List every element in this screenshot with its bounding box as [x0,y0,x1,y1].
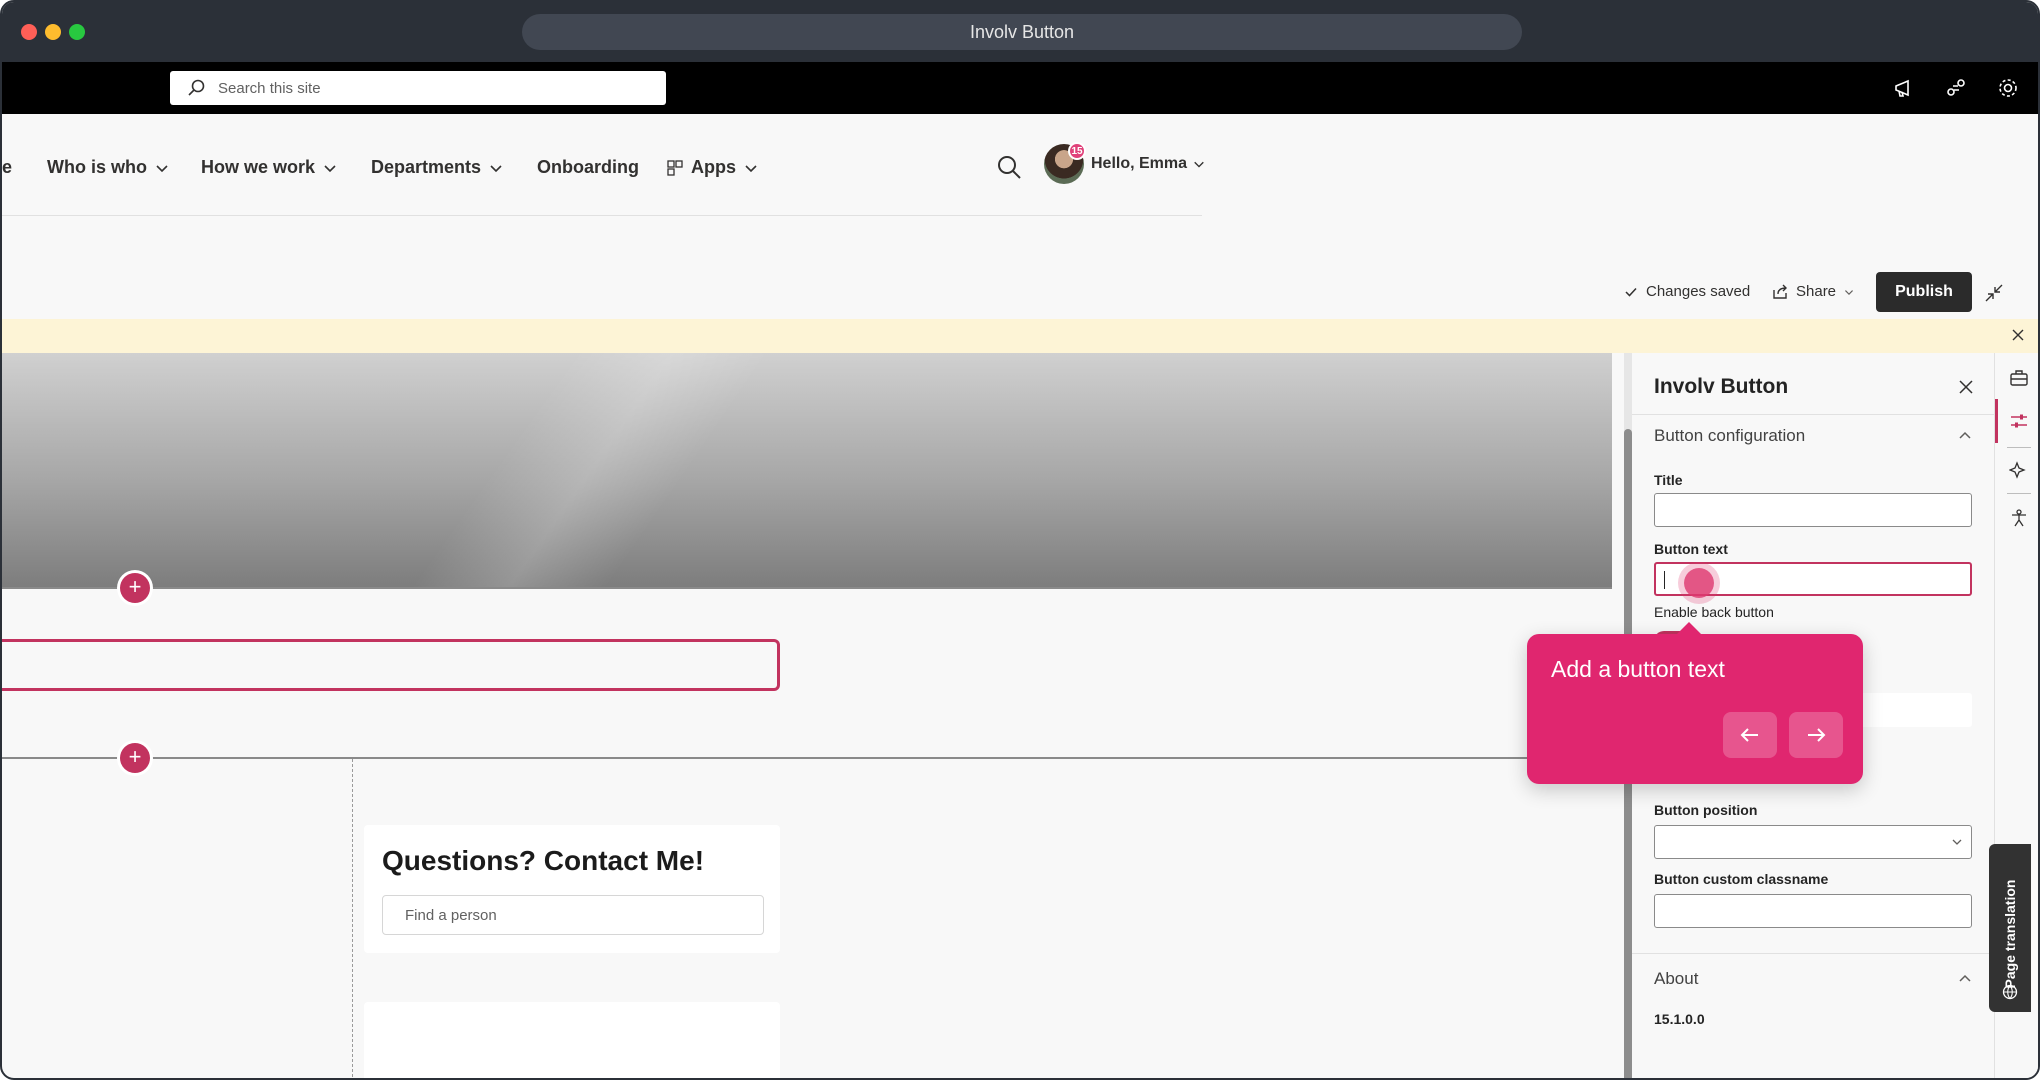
minimize-window-button[interactable] [45,24,61,40]
add-section-button[interactable]: + [120,743,150,773]
rail-separator [2007,447,2031,448]
nav-item-label: e [2,157,13,177]
gear-icon[interactable] [1996,76,2020,100]
nav-item-apps[interactable]: Apps [667,157,758,178]
globe-icon [2002,984,2018,1000]
section-divider [2,757,1612,759]
column-divider [352,759,353,1078]
notice-bar [2,319,2038,353]
title-field[interactable] [1654,493,1972,527]
chevron-up-icon[interactable] [1958,429,1972,443]
button-position-select[interactable] [1654,825,1972,859]
find-person-placeholder: Find a person [405,906,497,924]
nav-item-label: Apps [691,157,736,177]
close-icon[interactable] [2012,329,2024,341]
page-translation-label: Page translation [2002,879,2018,989]
changes-saved-label: Changes saved [1646,283,1751,300]
site-search-input[interactable]: Search this site [170,71,666,105]
button-classname-label: Button custom classname [1654,871,1829,887]
button-position-label: Button position [1654,802,1758,818]
button-classname-field[interactable] [1654,894,1972,928]
chevron-down-icon [1845,289,1854,295]
site-search-placeholder: Search this site [218,79,321,97]
sparkle-icon[interactable] [2009,460,2029,480]
search-icon[interactable] [996,154,1022,180]
nav-item-how-we-work[interactable]: How we work [201,157,337,178]
title-bar: Involv Button [2,2,2038,62]
checkmark-icon [1625,287,1637,297]
megaphone-icon[interactable] [1892,76,1916,100]
title-field-label: Title [1654,472,1683,488]
nav-item-label: Who is who [47,157,147,177]
nav-item-label: Onboarding [537,157,639,177]
notification-badge: 15 [1068,142,1086,160]
toolbox-icon[interactable] [2009,368,2029,388]
page-translation-tab[interactable]: Page translation [1989,844,2031,1012]
nav-item-departments[interactable]: Departments [371,157,503,178]
active-rail-indicator [1995,399,1998,443]
nav-item-label: How we work [201,157,316,177]
contact-card: Questions? Contact Me! Find a person [364,825,780,953]
section-separator [1632,953,1994,954]
maximize-window-button[interactable] [69,24,85,40]
arrow-right-icon [1808,728,1826,742]
nav-item-label: Departments [371,157,482,177]
window-title[interactable]: Involv Button [522,14,1522,50]
chevron-down-icon [1194,161,1204,168]
arrow-left-icon [1740,728,1758,742]
find-person-input[interactable]: Find a person [382,895,764,935]
changes-saved-status: Changes saved [1624,283,1750,300]
nav-item-onboarding[interactable]: Onboarding [537,157,639,178]
chevron-down-icon [156,164,168,172]
chevron-down-icon [324,164,336,172]
guide-tooltip-text: Add a button text [1551,656,1725,682]
search-icon [188,79,205,96]
property-pane-title: Involv Button [1654,375,1789,398]
enable-back-button-label: Enable back button [1654,604,1774,620]
site-navigation: e Who is who How we work Departments Onb… [2,114,1205,216]
share-network-icon[interactable] [1944,76,1968,100]
apps-grid-icon [667,159,683,176]
button-text-field-label: Button text [1654,541,1728,557]
share-button[interactable]: Share [1772,283,1854,300]
section-separator [1632,414,1994,415]
nav-item-who-is-who[interactable]: Who is who [47,157,169,178]
selected-webpart-outline[interactable] [2,639,780,691]
version-number: 15.1.0.0 [1654,1011,1705,1027]
guide-next-button[interactable] [1789,712,1843,758]
suite-bar: Search this site [2,62,2038,114]
nav-item-truncated[interactable]: e [2,157,12,178]
guide-back-button[interactable] [1723,712,1777,758]
guide-tooltip: Add a button text [1527,622,1863,784]
chevron-down-icon [745,164,757,172]
close-icon[interactable] [1958,379,1974,395]
text-caret [1664,571,1665,589]
hero-image-section[interactable] [2,353,1612,589]
settings-sliders-icon[interactable] [2009,411,2029,431]
contact-card-title: Questions? Contact Me! [382,845,705,876]
share-label: Share [1796,283,1837,300]
user-menu[interactable]: Hello, Emma [1091,155,1205,173]
close-window-button[interactable] [21,24,37,40]
section-about[interactable]: About [1654,969,1698,989]
user-greeting: Hello, Emma [1091,155,1188,172]
section-button-configuration[interactable]: Button configuration [1654,426,1805,446]
publish-button[interactable]: Publish [1876,272,1972,312]
click-indicator [1684,568,1714,598]
collapse-icon[interactable] [1984,283,2004,303]
rail-separator [2007,493,2031,494]
share-icon [1773,284,1787,299]
browser-window: Involv Button Search this site e Who is … [0,0,2040,1080]
accessibility-icon[interactable] [2009,508,2029,528]
add-section-button[interactable]: + [120,573,150,603]
chevron-down-icon [1952,839,1962,845]
chevron-up-icon[interactable] [1958,972,1972,986]
empty-card [364,1002,780,1078]
chevron-down-icon [490,164,502,172]
button-text-field[interactable] [1654,562,1972,598]
